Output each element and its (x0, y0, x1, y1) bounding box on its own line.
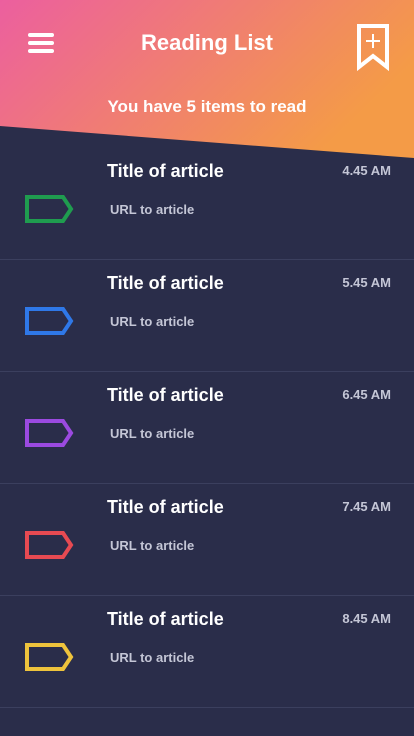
article-url[interactable]: URL to article (110, 538, 194, 553)
article-title: Title of article (107, 497, 224, 517)
article-url[interactable]: URL to article (110, 426, 194, 441)
article-time: 8.45 AM (342, 611, 391, 626)
tag-shape (25, 643, 74, 671)
article-title: Title of article (107, 273, 224, 293)
page-title: Reading List (140, 30, 273, 55)
list-item[interactable]: Title of article URL to article 6.45 AM (0, 372, 414, 484)
tag-icon (25, 643, 74, 671)
items-count-subtitle: You have 5 items to read (107, 97, 307, 116)
reading-list-screen: Reading List You have 5 items to read Ti… (0, 0, 414, 736)
article-url[interactable]: URL to article (110, 202, 194, 217)
list-item[interactable]: Title of article URL to article 5.45 AM (0, 260, 414, 372)
tag-icon (25, 419, 74, 447)
article-title: Title of article (107, 161, 224, 181)
article-url[interactable]: URL to article (110, 650, 194, 665)
bookmark-add-icon[interactable] (356, 23, 390, 71)
list-item[interactable]: Title of article URL to article 4.45 AM (0, 148, 414, 260)
tag-icon (25, 195, 74, 223)
tag-shape (25, 531, 74, 559)
article-time: 4.45 AM (342, 163, 391, 178)
article-time: 6.45 AM (342, 387, 391, 402)
article-title: Title of article (107, 609, 224, 629)
tag-icon (25, 531, 74, 559)
article-list: Title of article URL to article 4.45 AM … (0, 148, 414, 708)
tag-shape (25, 195, 74, 223)
list-item[interactable]: Title of article URL to article 8.45 AM (0, 596, 414, 708)
article-time: 7.45 AM (342, 499, 391, 514)
tag-icon (25, 307, 74, 335)
list-item[interactable]: Title of article URL to article 7.45 AM (0, 484, 414, 596)
article-url[interactable]: URL to article (110, 314, 194, 329)
tag-shape (25, 307, 74, 335)
header-background (0, 0, 414, 158)
tag-shape (25, 419, 74, 447)
article-title: Title of article (107, 385, 224, 405)
article-time: 5.45 AM (342, 275, 391, 290)
